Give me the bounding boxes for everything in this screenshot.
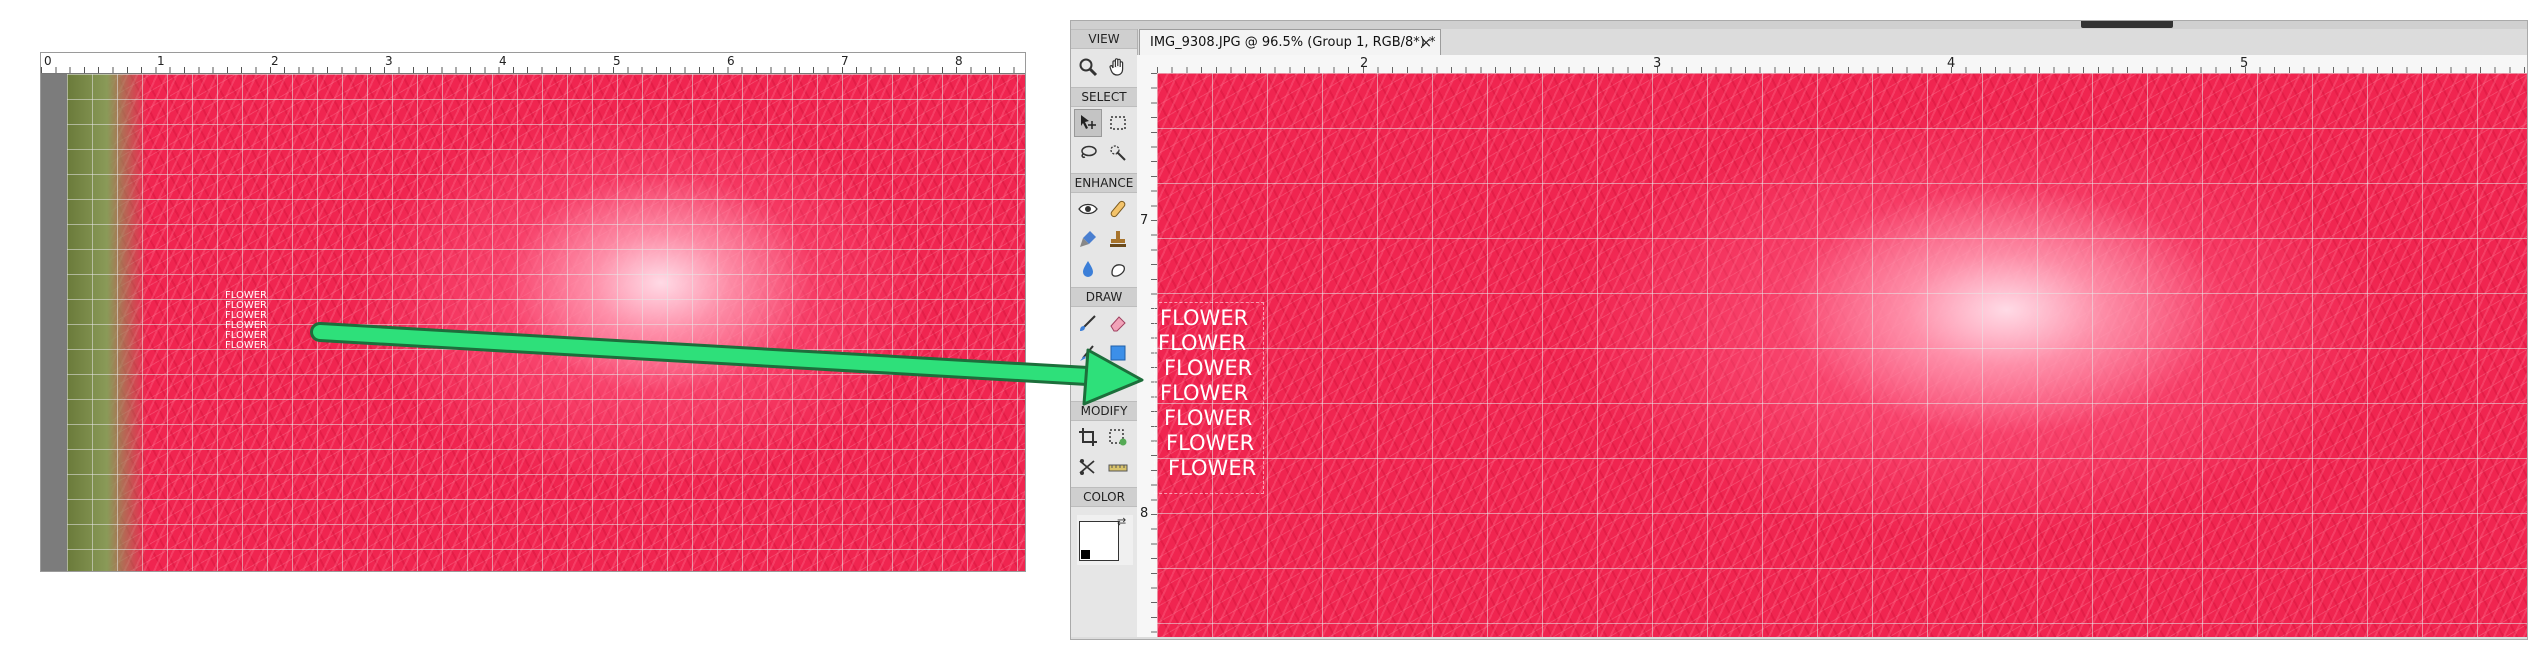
ruler-label: 6	[727, 54, 735, 68]
ruler-label: 8	[955, 54, 963, 68]
left-image-panel: 0 1 2 3 4 5 6 7 8 FLOWER FLOWER FLOWER F…	[40, 52, 1026, 572]
ruler-origin[interactable]	[1137, 55, 1158, 74]
ruler-label: 5	[2240, 56, 2249, 71]
grid-overlay	[1157, 73, 2527, 637]
default-colors-icon[interactable]	[1080, 549, 1091, 560]
recompose-icon[interactable]	[1104, 423, 1132, 451]
eraser-icon[interactable]	[1104, 309, 1132, 337]
section-view: VIEW	[1071, 29, 1137, 49]
ruler-label: 2	[271, 54, 279, 68]
ruler-label: 3	[1653, 56, 1662, 71]
panel-grip-handle[interactable]	[2081, 21, 2173, 28]
flower-text-stack: FLOWER FLOWER FLOWER FLOWER FLOWER FLOWE…	[223, 291, 269, 351]
ruler-label: 3	[385, 54, 393, 68]
zoom-icon[interactable]	[1074, 53, 1102, 81]
swap-colors-icon[interactable]: ⇄	[1117, 515, 1126, 528]
document-title: IMG_9308.JPG @ 96.5% (Group 1, RGB/8*) *	[1150, 35, 1436, 50]
hand-icon[interactable]	[1104, 53, 1132, 81]
sponge-icon[interactable]	[1104, 255, 1132, 283]
section-modify: MODIFY	[1071, 401, 1137, 421]
flower-text-layer[interactable]: FLOWER FLOWER FLOWER FLOWER FLOWER FLOWE…	[1154, 302, 1264, 494]
crop-icon[interactable]	[1074, 423, 1102, 451]
ruler-label: 7	[1140, 213, 1149, 228]
canvas-margin	[41, 74, 67, 571]
ruler-label: 8	[1140, 506, 1149, 521]
section-color: COLOR	[1071, 487, 1137, 507]
text-selection-box	[1154, 302, 1264, 494]
grid-overlay	[67, 74, 1025, 571]
blur-icon[interactable]	[1074, 255, 1102, 283]
pencil-icon[interactable]	[1104, 369, 1132, 397]
ruler-label: 0	[44, 54, 52, 68]
ruler-label: 7	[841, 54, 849, 68]
horizontal-ruler: 2 3 4 5	[1157, 55, 2527, 74]
type-icon[interactable]: T	[1074, 369, 1102, 397]
smart-brush-icon[interactable]	[1074, 225, 1102, 253]
brush-icon[interactable]	[1074, 309, 1102, 337]
paint-bucket-icon[interactable]	[1074, 339, 1102, 367]
ruler-label: 4	[1947, 56, 1956, 71]
photo-editor-window: VIEW SELECT ENHANCE DRAW T MODIFY COLOR …	[1070, 20, 2528, 640]
quick-selection-icon[interactable]	[1104, 139, 1132, 167]
red-eye-icon[interactable]	[1074, 195, 1102, 223]
marquee-icon[interactable]	[1104, 109, 1132, 137]
section-enhance: ENHANCE	[1071, 173, 1137, 193]
section-select: SELECT	[1071, 87, 1137, 107]
flower-photo	[67, 74, 1025, 571]
document-tab[interactable]: IMG_9308.JPG @ 96.5% (Group 1, RGB/8*) *…	[1139, 29, 1441, 55]
spot-healing-brush-icon[interactable]	[1104, 195, 1132, 223]
flower-text: FLOWER	[225, 340, 267, 351]
shape-icon[interactable]	[1104, 339, 1132, 367]
ruler-label: 2	[1360, 56, 1369, 71]
left-horizontal-ruler: 0 1 2 3 4 5 6 7 8	[41, 53, 1025, 74]
straighten-icon[interactable]	[1104, 453, 1132, 481]
content-aware-move-icon[interactable]	[1074, 453, 1102, 481]
ruler-label: 1	[157, 54, 165, 68]
lasso-icon[interactable]	[1074, 139, 1102, 167]
ruler-label: 5	[613, 54, 621, 68]
section-draw: DRAW	[1071, 287, 1137, 307]
clone-stamp-icon[interactable]	[1104, 225, 1132, 253]
move-icon[interactable]	[1074, 109, 1102, 137]
canvas-flower-photo[interactable]	[1157, 73, 2527, 637]
close-tab-icon[interactable]: ×	[1420, 30, 1432, 56]
toolbox-panel: VIEW SELECT ENHANCE DRAW T MODIFY COLOR …	[1071, 29, 1138, 637]
ruler-label: 4	[499, 54, 507, 68]
color-swatches: ⇄	[1077, 515, 1133, 565]
window-top-bar	[1071, 21, 2527, 29]
